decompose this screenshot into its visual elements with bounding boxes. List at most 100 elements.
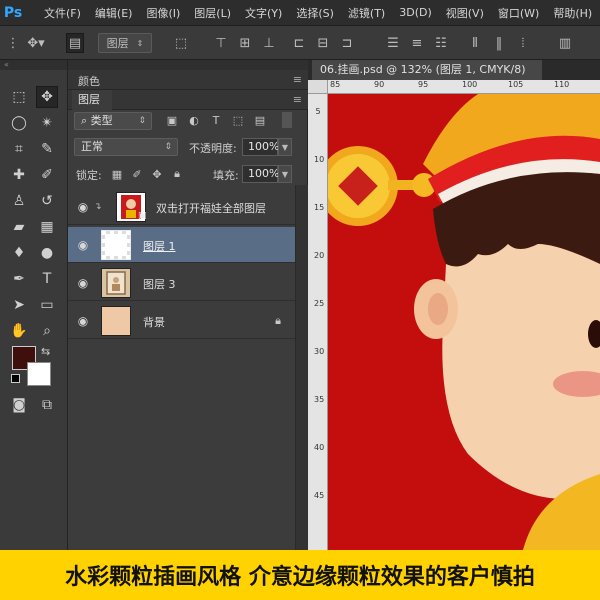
layer-row[interactable]: ◉ 背景 🔒︎	[68, 303, 295, 339]
eye-icon[interactable]: ◉	[75, 238, 91, 252]
transform-controls-icon[interactable]: ⬚	[172, 33, 190, 53]
lock-position-icon[interactable]: ✥	[150, 167, 164, 181]
distribute-right-icon[interactable]: ⦙	[514, 33, 532, 53]
rectangle-tool-icon[interactable]: ▭	[36, 294, 58, 316]
eye-icon[interactable]: ◉	[75, 314, 91, 328]
zoom-tool-icon[interactable]: ⌕	[36, 320, 58, 342]
eye-icon[interactable]: ◉	[75, 200, 91, 214]
filter-smart-object-icon[interactable]: ▤	[252, 112, 268, 128]
distribute-bottom-icon[interactable]: ☷	[432, 33, 450, 53]
crop-tool-icon[interactable]: ⌗	[8, 138, 30, 160]
move-tool-preset-icon[interactable]: ✥▾	[22, 33, 50, 53]
align-left-icon[interactable]: ⊏	[290, 33, 308, 53]
menu-bar: Ps 文件(F) 编辑(E) 图像(I) 图层(L) 文字(Y) 选择(S) 滤…	[0, 0, 600, 26]
pen-tool-icon[interactable]: ✒	[8, 268, 30, 290]
swap-colors-icon[interactable]: ⇆	[41, 345, 50, 358]
layers-panel-tab[interactable]: 图层	[72, 90, 112, 110]
ruler-origin[interactable]	[308, 80, 328, 94]
blend-mode-select[interactable]: 正常 ⇕	[74, 138, 178, 156]
document-tab[interactable]: 06.挂画.psd @ 132% (图层 1, CMYK/8)	[312, 60, 542, 80]
healing-brush-tool-icon[interactable]: ✚	[8, 164, 30, 186]
menu-window[interactable]: 窗口(W)	[498, 5, 539, 21]
marquee-tool-icon[interactable]: ⬚	[8, 86, 30, 108]
filter-adjustment-icon[interactable]: ◐	[186, 112, 202, 128]
layer-name[interactable]: 图层 1	[143, 238, 176, 254]
align-vcenter-icon[interactable]: ⊞	[236, 33, 254, 53]
layer-row[interactable]: ◉ 图层 3	[68, 265, 295, 301]
eraser-tool-icon[interactable]: ▰	[8, 216, 30, 238]
distribute-top-icon[interactable]: ☰	[384, 33, 402, 53]
chevron-updown-icon: ⇕	[138, 116, 146, 126]
dodge-tool-icon[interactable]: ●	[36, 242, 58, 264]
align-bottom-icon[interactable]: ⊥	[260, 33, 278, 53]
move-tool-icon[interactable]: ✥	[36, 86, 58, 108]
background-color-swatch[interactable]	[27, 362, 51, 386]
filter-type-icon[interactable]: T	[208, 112, 224, 128]
brush-tool-icon[interactable]: ✐	[36, 164, 58, 186]
filter-shape-icon[interactable]: ⬚	[230, 112, 246, 128]
chevron-updown-icon: ⇕	[136, 38, 144, 48]
panel-menu-icon[interactable]: ≡	[293, 93, 302, 106]
auto-align-icon[interactable]: ▥	[556, 33, 574, 53]
menu-image[interactable]: 图像(I)	[146, 5, 180, 21]
menu-help[interactable]: 帮助(H)	[553, 5, 592, 21]
menu-type[interactable]: 文字(Y)	[245, 5, 282, 21]
lock-all-icon[interactable]: 🔒︎	[170, 167, 184, 181]
tools-panel-grip[interactable]: «	[0, 60, 67, 70]
gradient-tool-icon[interactable]: ▦	[36, 216, 58, 238]
layer-row[interactable]: ◉ ↴ ▣ 双击打开福娃全部图层	[68, 189, 295, 225]
distribute-vcenter-icon[interactable]: ≡	[408, 33, 426, 53]
menu-view[interactable]: 视图(V)	[446, 5, 484, 21]
hand-tool-icon[interactable]: ✋	[8, 320, 30, 342]
fill-input[interactable]: 100%	[242, 165, 279, 183]
default-colors-icon[interactable]	[11, 374, 20, 383]
frame-thumbnail-icon	[106, 271, 126, 295]
blur-tool-icon[interactable]: ♦	[8, 242, 30, 264]
filter-pixel-icon[interactable]: ▣	[164, 112, 180, 128]
clone-stamp-tool-icon[interactable]: ♙	[8, 190, 30, 212]
menu-edit[interactable]: 编辑(E)	[95, 5, 133, 21]
horizontal-ruler[interactable]: 85 90 95 100 105 110	[328, 80, 600, 94]
align-top-icon[interactable]: ⊤	[212, 33, 230, 53]
opacity-input[interactable]: 100%	[242, 138, 279, 156]
vertical-ruler[interactable]: 5 10 15 20 25 30 35 40 45	[308, 94, 328, 550]
layer-row[interactable]: ◉ 图层 1	[68, 227, 295, 263]
menu-file[interactable]: 文件(F)	[44, 5, 81, 21]
panel-dock-grip[interactable]	[68, 60, 308, 70]
lock-image-icon[interactable]: ✐	[130, 167, 144, 181]
auto-select-icon[interactable]: ▤	[66, 33, 84, 53]
lasso-tool-icon[interactable]: ◯	[8, 112, 30, 134]
menu-layer[interactable]: 图层(L)	[194, 5, 231, 21]
distribute-hcenter-icon[interactable]: ‖	[490, 33, 508, 53]
lock-transparent-icon[interactable]: ▦	[110, 167, 124, 181]
layer-name[interactable]: 背景	[143, 314, 165, 330]
color-panel-tab[interactable]: 颜色	[78, 73, 100, 89]
opacity-slider-toggle-icon[interactable]: ▼	[278, 138, 292, 156]
layers-scrollbar[interactable]	[295, 185, 308, 550]
align-right-icon[interactable]: ⊐	[338, 33, 356, 53]
screen-mode-icon[interactable]: ⧉	[36, 394, 58, 416]
magic-wand-tool-icon[interactable]: ✴	[36, 112, 58, 134]
eyedropper-tool-icon[interactable]: ✎	[36, 138, 58, 160]
align-hcenter-icon[interactable]: ⊟	[314, 33, 332, 53]
menu-filter[interactable]: 滤镜(T)	[348, 5, 385, 21]
history-brush-tool-icon[interactable]: ↺	[36, 190, 58, 212]
auto-select-target-select[interactable]: 图层 ⇕	[98, 33, 152, 53]
eye-icon[interactable]: ◉	[75, 276, 91, 290]
ruler-tick-label: 90	[374, 80, 385, 89]
menu-select[interactable]: 选择(S)	[296, 5, 334, 21]
filter-toggle-icon[interactable]	[282, 112, 292, 128]
quick-mask-icon[interactable]: ◙	[8, 394, 30, 416]
menu-3d[interactable]: 3D(D)	[399, 6, 432, 19]
type-tool-icon[interactable]: T	[36, 268, 58, 290]
distribute-left-icon[interactable]: ⦀	[466, 33, 484, 53]
document-canvas[interactable]	[328, 94, 600, 550]
blend-mode-value: 正常	[81, 140, 103, 153]
layer-name[interactable]: 双击打开福娃全部图层	[156, 200, 266, 216]
layer-name[interactable]: 图层 3	[143, 276, 176, 292]
layer-filter-select[interactable]: ⌕ 类型 ⇕	[74, 112, 152, 130]
fill-slider-toggle-icon[interactable]: ▼	[278, 165, 292, 183]
panel-menu-icon[interactable]: ≡	[293, 73, 302, 86]
color-panel-header[interactable]: 颜色 ≡	[68, 70, 308, 90]
path-selection-tool-icon[interactable]: ➤	[8, 294, 30, 316]
